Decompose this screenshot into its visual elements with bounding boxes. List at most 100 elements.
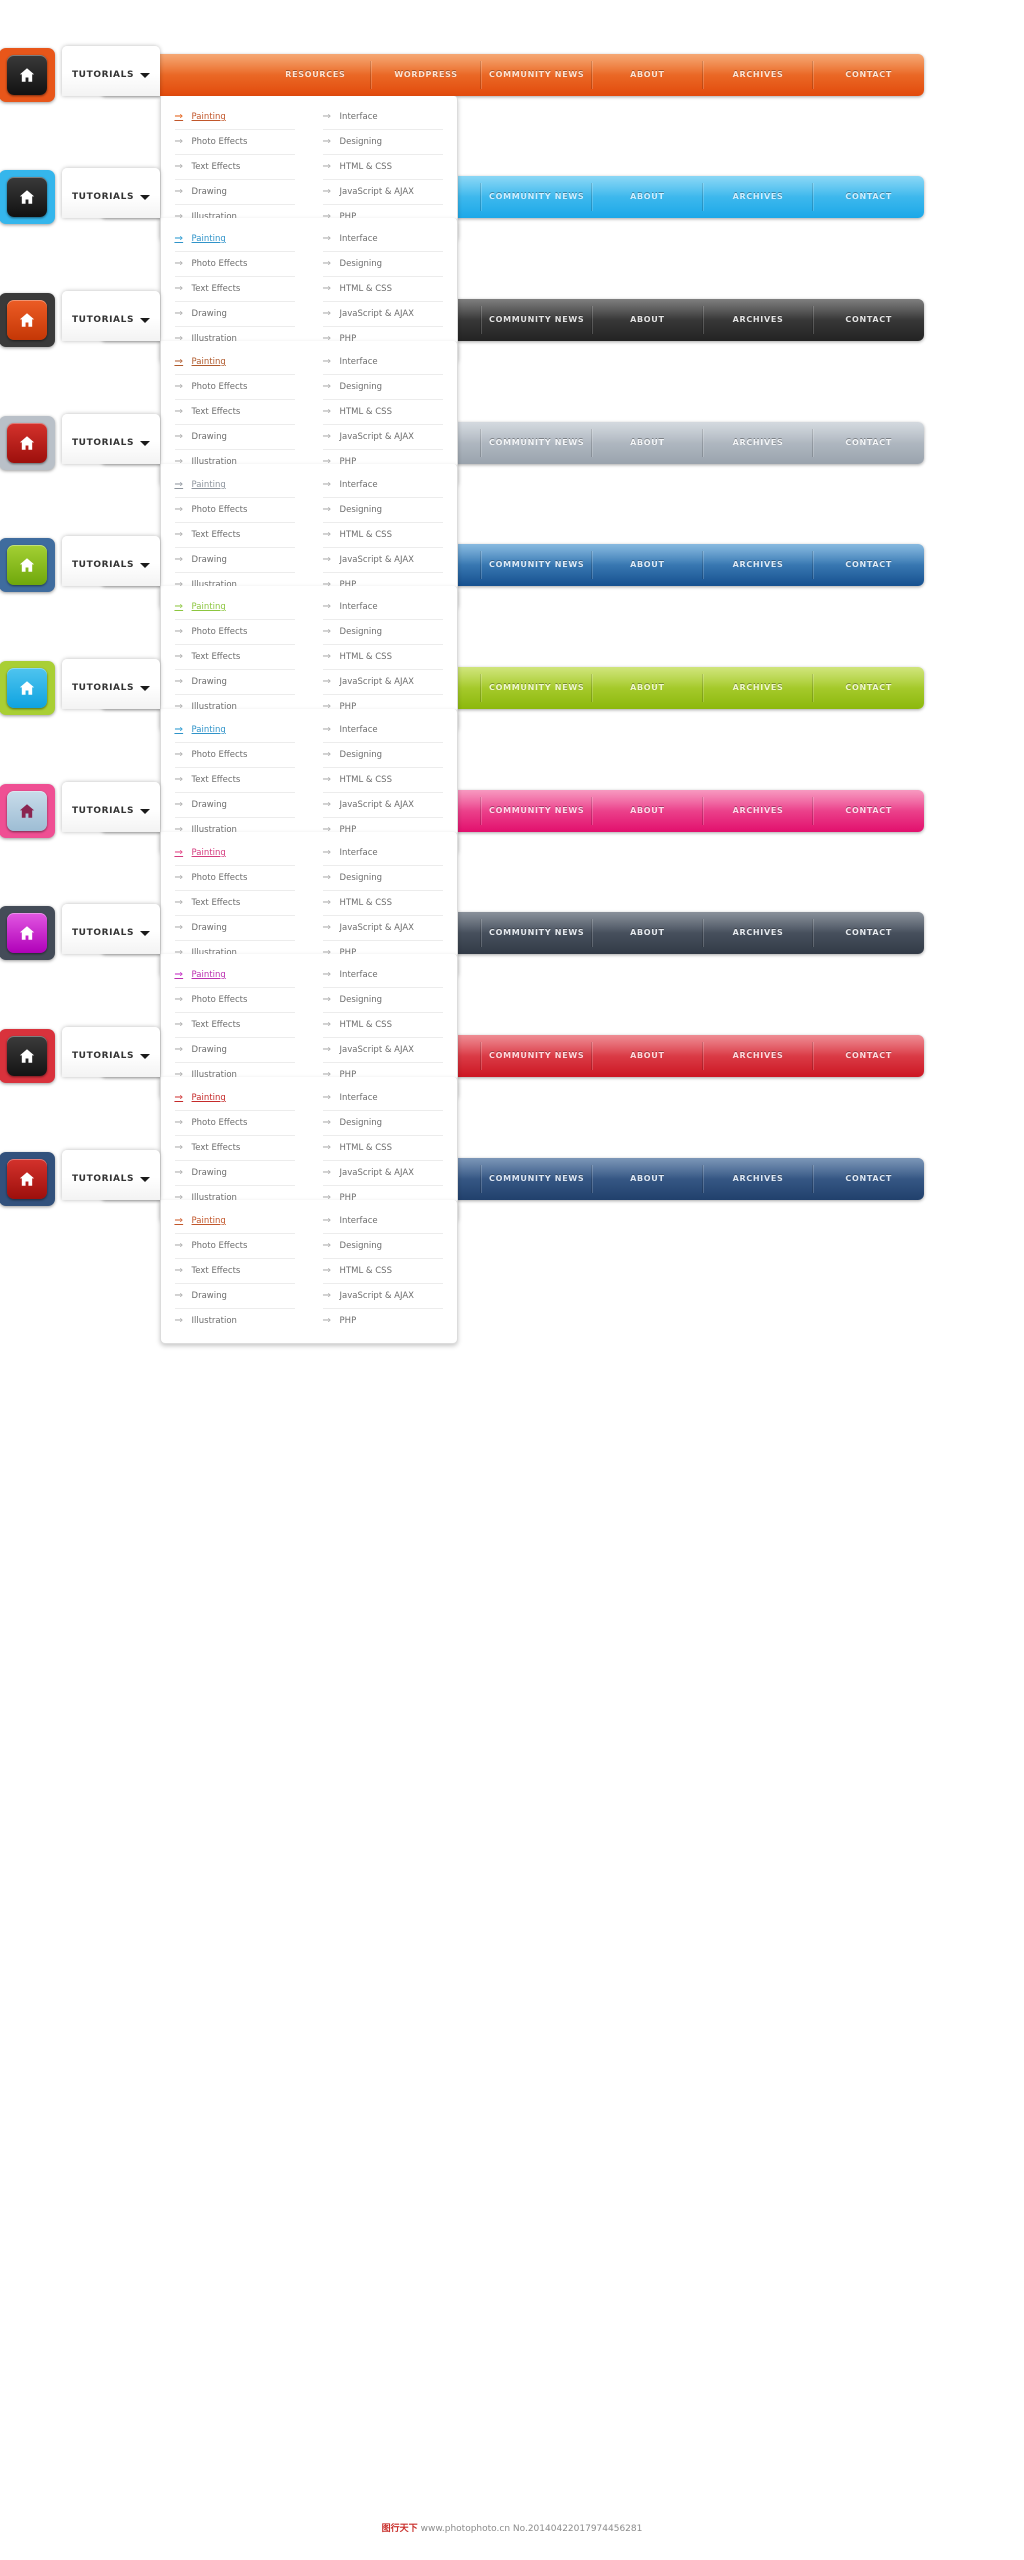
home-button[interactable] [0, 1029, 55, 1083]
nav-item-contact[interactable]: CONTACT [813, 176, 924, 218]
dropdown-item-photo-effects[interactable]: ⇒ Photo Effects [174, 498, 295, 523]
dropdown-item-text-effects[interactable]: ⇒ Text Effects [174, 645, 295, 670]
nav-item-archives[interactable]: ARCHIVES [702, 1035, 814, 1077]
nav-item-about[interactable]: ABOUT [592, 667, 703, 709]
dropdown-item-photo-effects[interactable]: ⇒ Photo Effects [174, 252, 295, 277]
dropdown-item-javascript-ajax[interactable]: ⇒ JavaScript & AJAX [322, 180, 443, 205]
nav-item-contact[interactable]: CONTACT [813, 790, 924, 832]
home-button[interactable] [0, 661, 55, 715]
dropdown-item-designing[interactable]: ⇒ Designing [322, 743, 443, 768]
nav-item-archives[interactable]: ARCHIVES [702, 667, 814, 709]
dropdown-item-javascript-ajax[interactable]: ⇒ JavaScript & AJAX [322, 916, 443, 941]
dropdown-item-designing[interactable]: ⇒ Designing [322, 866, 443, 891]
dropdown-item-html-css[interactable]: ⇒ HTML & CSS [322, 400, 443, 425]
tab-tutorials[interactable]: TUTORIALS [62, 168, 160, 218]
nav-item-about[interactable]: ABOUT [592, 544, 703, 586]
dropdown-item-interface[interactable]: ⇒ Interface [322, 841, 443, 866]
dropdown-item-drawing[interactable]: ⇒ Drawing [174, 180, 295, 205]
dropdown-item-painting[interactable]: ⇒ Painting [174, 105, 295, 130]
nav-item-community-news[interactable]: COMMUNITY NEWS [481, 54, 592, 96]
dropdown-item-interface[interactable]: ⇒ Interface [322, 718, 443, 743]
nav-item-archives[interactable]: ARCHIVES [702, 54, 814, 96]
dropdown-item-photo-effects[interactable]: ⇒ Photo Effects [174, 1234, 295, 1259]
nav-item-archives[interactable]: ARCHIVES [702, 176, 814, 218]
nav-item-about[interactable]: ABOUT [592, 299, 703, 341]
tab-tutorials[interactable]: TUTORIALS [62, 1027, 160, 1077]
dropdown-item-interface[interactable]: ⇒ Interface [322, 595, 443, 620]
home-button[interactable] [0, 906, 55, 960]
dropdown-item-javascript-ajax[interactable]: ⇒ JavaScript & AJAX [322, 1161, 443, 1186]
nav-item-about[interactable]: ABOUT [592, 790, 703, 832]
dropdown-item-text-effects[interactable]: ⇒ Text Effects [174, 1013, 295, 1038]
dropdown-item-text-effects[interactable]: ⇒ Text Effects [174, 1259, 295, 1284]
home-button[interactable] [0, 416, 55, 470]
nav-item-community-news[interactable]: COMMUNITY NEWS [481, 912, 592, 954]
dropdown-item-html-css[interactable]: ⇒ HTML & CSS [322, 1013, 443, 1038]
dropdown-item-designing[interactable]: ⇒ Designing [322, 620, 443, 645]
dropdown-item-html-css[interactable]: ⇒ HTML & CSS [322, 645, 443, 670]
nav-item-archives[interactable]: ARCHIVES [702, 422, 814, 464]
dropdown-item-photo-effects[interactable]: ⇒ Photo Effects [174, 866, 295, 891]
dropdown-item-designing[interactable]: ⇒ Designing [322, 130, 443, 155]
nav-item-archives[interactable]: ARCHIVES [702, 912, 814, 954]
nav-item-contact[interactable]: CONTACT [813, 54, 924, 96]
dropdown-item-interface[interactable]: ⇒ Interface [322, 963, 443, 988]
dropdown-item-photo-effects[interactable]: ⇒ Photo Effects [174, 130, 295, 155]
dropdown-item-designing[interactable]: ⇒ Designing [322, 988, 443, 1013]
dropdown-item-drawing[interactable]: ⇒ Drawing [174, 1038, 295, 1063]
dropdown-item-painting[interactable]: ⇒ Painting [174, 595, 295, 620]
dropdown-item-drawing[interactable]: ⇒ Drawing [174, 793, 295, 818]
nav-item-about[interactable]: ABOUT [592, 1035, 703, 1077]
nav-item-resources[interactable]: RESOURCES [260, 54, 371, 96]
dropdown-item-painting[interactable]: ⇒ Painting [174, 1209, 295, 1234]
dropdown-item-text-effects[interactable]: ⇒ Text Effects [174, 1136, 295, 1161]
nav-item-contact[interactable]: CONTACT [813, 1035, 924, 1077]
dropdown-item-painting[interactable]: ⇒ Painting [174, 1086, 295, 1111]
nav-item-contact[interactable]: CONTACT [813, 667, 924, 709]
dropdown-item-painting[interactable]: ⇒ Painting [174, 473, 295, 498]
dropdown-item-painting[interactable]: ⇒ Painting [174, 841, 295, 866]
dropdown-item-html-css[interactable]: ⇒ HTML & CSS [322, 155, 443, 180]
dropdown-item-interface[interactable]: ⇒ Interface [322, 105, 443, 130]
nav-item-archives[interactable]: ARCHIVES [702, 1158, 814, 1200]
dropdown-item-html-css[interactable]: ⇒ HTML & CSS [322, 1259, 443, 1284]
dropdown-item-text-effects[interactable]: ⇒ Text Effects [174, 523, 295, 548]
dropdown-item-interface[interactable]: ⇒ Interface [322, 227, 443, 252]
tab-tutorials[interactable]: TUTORIALS [62, 659, 160, 709]
dropdown-item-javascript-ajax[interactable]: ⇒ JavaScript & AJAX [322, 793, 443, 818]
nav-item-archives[interactable]: ARCHIVES [702, 299, 814, 341]
dropdown-item-javascript-ajax[interactable]: ⇒ JavaScript & AJAX [322, 425, 443, 450]
dropdown-item-designing[interactable]: ⇒ Designing [322, 1111, 443, 1136]
home-button[interactable] [0, 170, 55, 224]
tab-tutorials[interactable]: TUTORIALS [62, 291, 160, 341]
dropdown-item-html-css[interactable]: ⇒ HTML & CSS [322, 768, 443, 793]
tab-tutorials[interactable]: TUTORIALS [62, 46, 160, 96]
dropdown-item-text-effects[interactable]: ⇒ Text Effects [174, 768, 295, 793]
dropdown-item-text-effects[interactable]: ⇒ Text Effects [174, 155, 295, 180]
nav-item-community-news[interactable]: COMMUNITY NEWS [481, 299, 592, 341]
nav-item-community-news[interactable]: COMMUNITY NEWS [481, 1035, 592, 1077]
nav-item-contact[interactable]: CONTACT [813, 544, 924, 586]
dropdown-item-photo-effects[interactable]: ⇒ Photo Effects [174, 620, 295, 645]
nav-item-archives[interactable]: ARCHIVES [702, 790, 814, 832]
dropdown-item-html-css[interactable]: ⇒ HTML & CSS [322, 523, 443, 548]
dropdown-item-interface[interactable]: ⇒ Interface [322, 1086, 443, 1111]
dropdown-item-photo-effects[interactable]: ⇒ Photo Effects [174, 375, 295, 400]
dropdown-item-javascript-ajax[interactable]: ⇒ JavaScript & AJAX [322, 1038, 443, 1063]
dropdown-item-text-effects[interactable]: ⇒ Text Effects [174, 891, 295, 916]
dropdown-item-javascript-ajax[interactable]: ⇒ JavaScript & AJAX [322, 302, 443, 327]
nav-item-about[interactable]: ABOUT [592, 54, 703, 96]
dropdown-item-text-effects[interactable]: ⇒ Text Effects [174, 400, 295, 425]
nav-item-about[interactable]: ABOUT [592, 912, 703, 954]
nav-item-wordpress[interactable]: WORDPRESS [370, 54, 482, 96]
home-button[interactable] [0, 784, 55, 838]
dropdown-item-painting[interactable]: ⇒ Painting [174, 227, 295, 252]
nav-item-contact[interactable]: CONTACT [813, 912, 924, 954]
nav-item-community-news[interactable]: COMMUNITY NEWS [481, 176, 592, 218]
dropdown-item-javascript-ajax[interactable]: ⇒ JavaScript & AJAX [322, 670, 443, 695]
nav-item-archives[interactable]: ARCHIVES [702, 544, 814, 586]
nav-item-about[interactable]: ABOUT [592, 422, 703, 464]
dropdown-item-html-css[interactable]: ⇒ HTML & CSS [322, 1136, 443, 1161]
dropdown-item-php[interactable]: ⇒ PHP [322, 1309, 443, 1333]
dropdown-item-javascript-ajax[interactable]: ⇒ JavaScript & AJAX [322, 548, 443, 573]
